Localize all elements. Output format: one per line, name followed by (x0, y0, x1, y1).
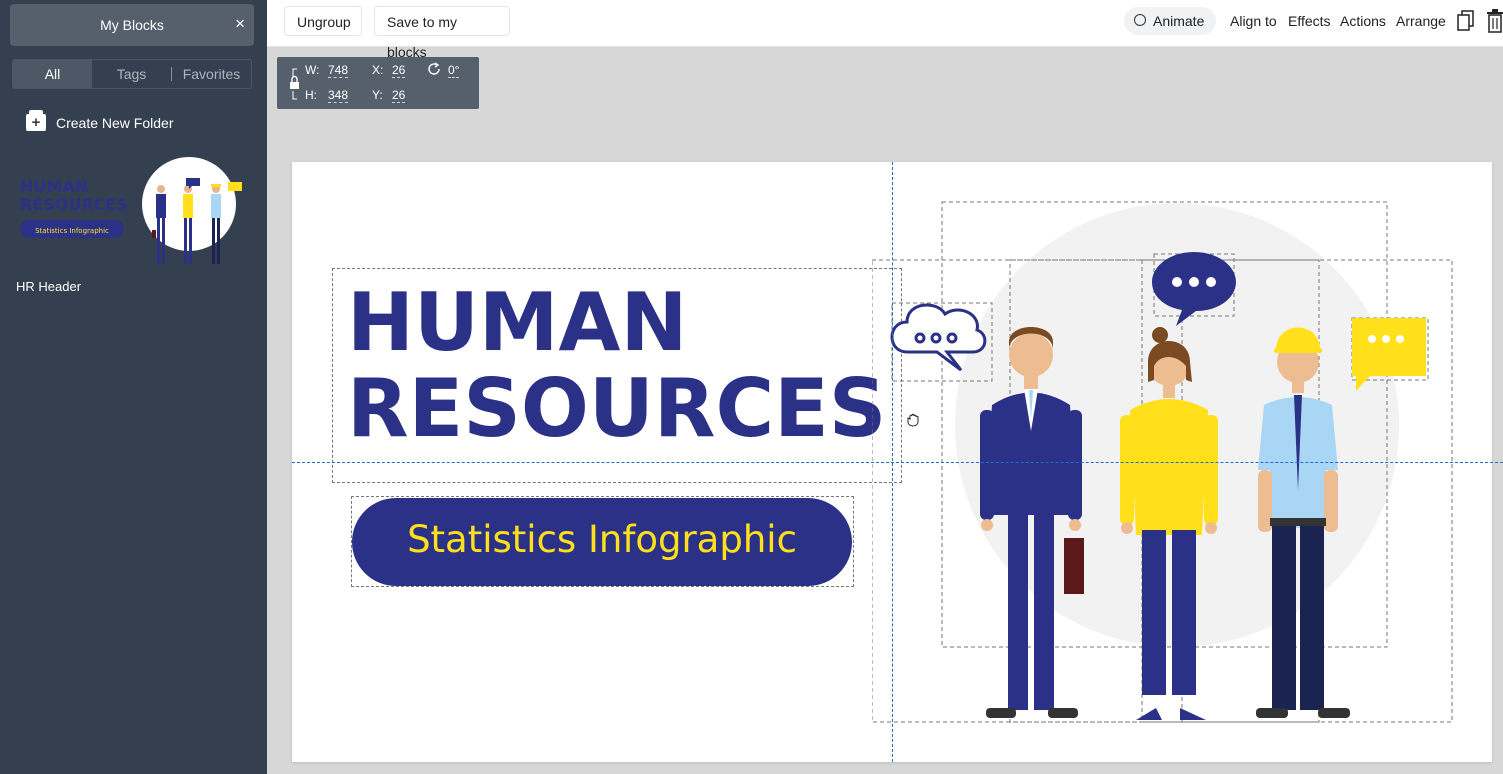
save-to-my-blocks-button[interactable]: Save to my blocks (374, 6, 510, 60)
tab-all[interactable]: All (13, 60, 92, 88)
align-to-menu[interactable]: Align to (1230, 13, 1277, 29)
my-blocks-sidebar: My Blocks × All Tags Favorites + Create … (0, 0, 267, 774)
rotation-value[interactable]: 0° (448, 63, 460, 78)
thumb-title-1: HUMAN (20, 177, 88, 196)
grab-cursor-icon (907, 413, 919, 427)
trash-icon[interactable] (1487, 9, 1503, 33)
tab-favorites[interactable]: Favorites (172, 60, 251, 88)
subtitle-text: Statistics Infographic (407, 518, 797, 561)
copy-icon[interactable] (1457, 10, 1475, 32)
block-thumbnail[interactable]: HUMAN RESOURCES Statistics Infographic (16, 156, 252, 269)
sidebar-title: My Blocks (100, 17, 164, 33)
people-illustration[interactable] (872, 200, 1462, 730)
x-value[interactable]: 26 (392, 63, 406, 78)
y-value[interactable]: 26 (392, 88, 406, 103)
dimensions-panel: W: 748 H: 348 X: 26 Y: 26 0° (277, 57, 479, 109)
actions-menu[interactable]: Actions (1340, 13, 1386, 29)
height-label: H: (305, 88, 317, 102)
lock-aspect-icon[interactable] (289, 65, 303, 103)
tab-tags[interactable]: Tags (92, 60, 171, 88)
folder-plus-icon: + (26, 110, 46, 131)
x-label: X: (372, 63, 384, 77)
block-name: HR Header (16, 279, 82, 294)
width-value[interactable]: 748 (328, 63, 349, 78)
height-value[interactable]: 348 (328, 88, 349, 103)
y-label: Y: (372, 88, 383, 102)
arrange-menu[interactable]: Arrange (1396, 13, 1446, 29)
rotate-icon (428, 62, 440, 75)
effects-menu[interactable]: Effects (1288, 13, 1331, 29)
title-line-1[interactable]: HUMAN (347, 276, 687, 369)
ungroup-button[interactable]: Ungroup (284, 6, 362, 36)
thumb-title-2: RESOURCES (20, 195, 128, 214)
horizontal-alignment-guide (292, 462, 1503, 463)
top-toolbar: Ungroup Save to my blocks Animate Align … (267, 0, 1503, 60)
animate-icon (1134, 14, 1146, 26)
block-thumbnail-image: HUMAN RESOURCES Statistics Infographic (20, 157, 242, 264)
create-new-folder-label: Create New Folder (56, 114, 174, 131)
animate-button[interactable]: Animate (1124, 7, 1216, 35)
subtitle-pill[interactable]: Statistics Infographic (352, 498, 852, 586)
create-new-folder-button[interactable]: + Create New Folder (26, 110, 174, 131)
sidebar-header: My Blocks × (10, 4, 254, 46)
title-line-2[interactable]: RESOURCES (347, 362, 886, 455)
animate-label: Animate (1153, 13, 1205, 29)
sidebar-tabs: All Tags Favorites (12, 59, 252, 89)
thumb-subtitle: Statistics Infographic (35, 227, 109, 235)
width-label: W: (305, 63, 320, 77)
close-icon[interactable]: × (235, 14, 245, 34)
